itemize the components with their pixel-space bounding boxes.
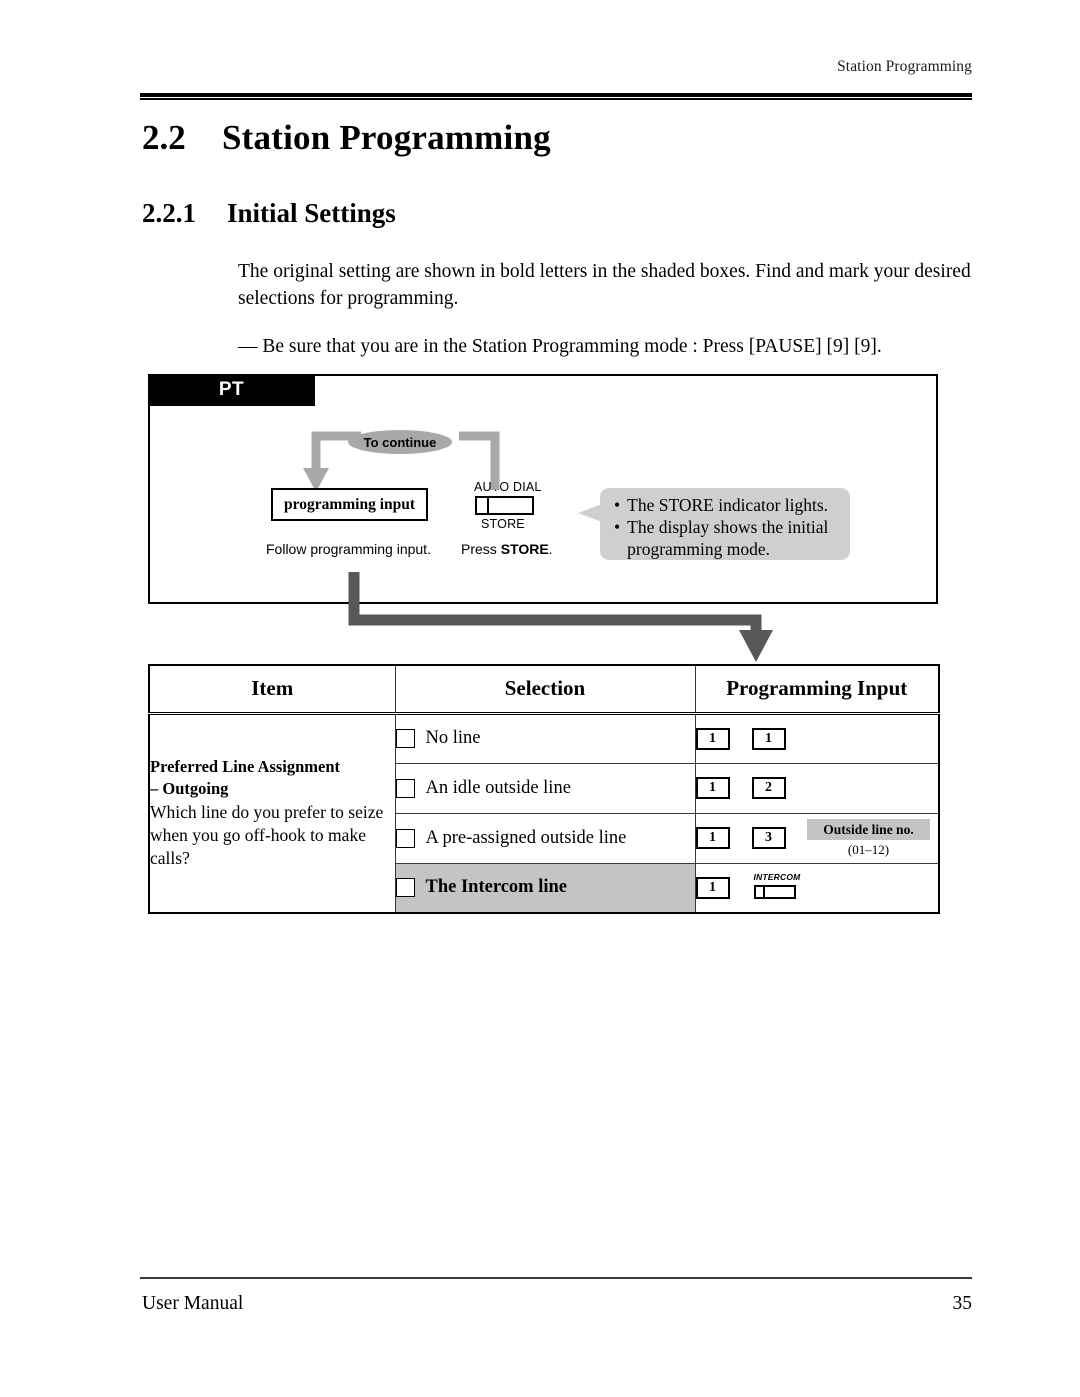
store-label: STORE [481, 517, 525, 531]
key-button[interactable]: 3 [751, 827, 786, 849]
intro-paragraph: The original setting are shown in bold l… [238, 261, 971, 309]
selection-label: A pre-assigned outside line [425, 827, 627, 848]
selection-cell[interactable]: A pre-assigned outside line [394, 812, 696, 864]
bubble-bullet-1-text: The STORE indicator lights. [627, 495, 829, 515]
checkbox[interactable] [395, 878, 415, 898]
key-button[interactable]: 1 [695, 727, 730, 750]
selection-row: A pre-assigned outside line [395, 827, 695, 849]
outside-line-no-badge: Outside line no. (01–12) [807, 818, 930, 859]
header-rule-thick [140, 93, 972, 97]
key-sequence: 1 INTERCOM [695, 871, 939, 903]
selection-label: An idle outside line [425, 777, 571, 798]
subsection-title: Initial Settings [227, 198, 396, 228]
bubble-bullet-2-text: The display shows the initial programmin… [627, 517, 829, 559]
section-heading: 2.2 Station Programming [142, 118, 551, 158]
selection-row: No line [395, 728, 695, 749]
item-cell: Preferred Line Assignment – Outgoing Whi… [148, 712, 396, 914]
intercom-key-body [753, 884, 796, 899]
checkbox[interactable] [395, 778, 415, 798]
store-key-icon [475, 496, 534, 515]
intercom-key-icon[interactable]: INTERCOM [752, 871, 802, 903]
header-rule [140, 93, 972, 100]
to-continue-pill: To continue [348, 430, 452, 454]
programming-input-cell: 1 3 Outside line no. (01–12) [694, 812, 940, 864]
press-store-key: STORE [500, 541, 549, 557]
settings-table: Item Selection Programming Input Preferr… [148, 664, 940, 914]
selection-label: No line [425, 728, 481, 748]
store-info-bubble: • The STORE indicator lights. • The disp… [600, 488, 850, 560]
bullet-dot-icon: • [614, 495, 621, 515]
item-description: Which line do you prefer to seize when y… [150, 802, 384, 869]
subsection-heading: 2.2.1 Initial Settings [142, 198, 396, 229]
footer-rule [140, 1277, 972, 1279]
column-header-programming-input: Programming Input [694, 664, 940, 715]
selection-row: The Intercom line [395, 877, 695, 898]
selection-label: The Intercom line [425, 877, 567, 898]
header-rule-thin [140, 98, 972, 100]
checkbox[interactable] [395, 729, 415, 748]
key-sequence: 1 2 [695, 777, 939, 799]
programming-input-cell: 1 2 [694, 762, 940, 814]
subsection-number: 2.2.1 [142, 198, 196, 228]
programming-input-cell: 1 1 [694, 712, 940, 764]
key-button[interactable]: 1 [695, 876, 730, 899]
key-button[interactable]: 1 [695, 777, 730, 799]
section-number: 2.2 [142, 118, 186, 157]
selection-cell[interactable]: No line [394, 712, 696, 764]
press-store-suffix: . [548, 541, 553, 557]
table-row: Preferred Line Assignment – Outgoing Whi… [148, 712, 940, 914]
footer-page-number: 35 [952, 1293, 973, 1314]
outside-line-no-range: (01–12) [847, 841, 890, 857]
store-key-body [489, 498, 532, 513]
table-header-row: Item Selection Programming Input [148, 664, 940, 715]
item-title-line2: – Outgoing [150, 779, 229, 799]
bubble-bullet-2: • The display shows the initial programm… [614, 516, 840, 560]
key-button[interactable]: 2 [751, 777, 786, 799]
bullet-dot-icon: • [614, 517, 621, 537]
key-sequence: 1 1 [695, 727, 939, 750]
checkbox[interactable] [395, 828, 415, 848]
programming-input-caption: Follow programming input. [266, 541, 431, 557]
footer-document-title: User Manual [142, 1293, 244, 1314]
bubble-bullet-1: • The STORE indicator lights. [614, 494, 840, 516]
selection-cell[interactable]: An idle outside line [394, 762, 696, 814]
bubble-tail-icon [578, 504, 602, 522]
intercom-key-led-icon [756, 886, 765, 897]
flow-connector-arrow [348, 572, 773, 662]
intercom-key-label: INTERCOM [753, 871, 801, 882]
selection-cell-default[interactable]: The Intercom line [394, 862, 696, 914]
running-header: Station Programming [837, 58, 972, 75]
programming-input-cell: 1 INTERCOM [694, 862, 940, 914]
store-key-led-icon [477, 498, 489, 513]
press-store-caption: Press STORE. [461, 541, 553, 557]
outside-line-no-label: Outside line no. [807, 818, 930, 840]
pt-tab-label: PT [148, 374, 315, 406]
programming-input-box: programming input [271, 488, 428, 521]
key-button[interactable]: 1 [695, 827, 730, 849]
column-header-item: Item [148, 664, 396, 715]
key-button[interactable]: 1 [751, 727, 786, 750]
intercom-key-face [765, 887, 794, 897]
note-paragraph: — Be sure that you are in the Station Pr… [238, 336, 882, 357]
press-store-prefix: Press [461, 541, 501, 557]
item-title-line1: Preferred Line Assignment [150, 757, 341, 777]
selection-row: An idle outside line [395, 777, 695, 799]
column-header-selection: Selection [394, 664, 696, 715]
section-title: Station Programming [222, 118, 551, 157]
